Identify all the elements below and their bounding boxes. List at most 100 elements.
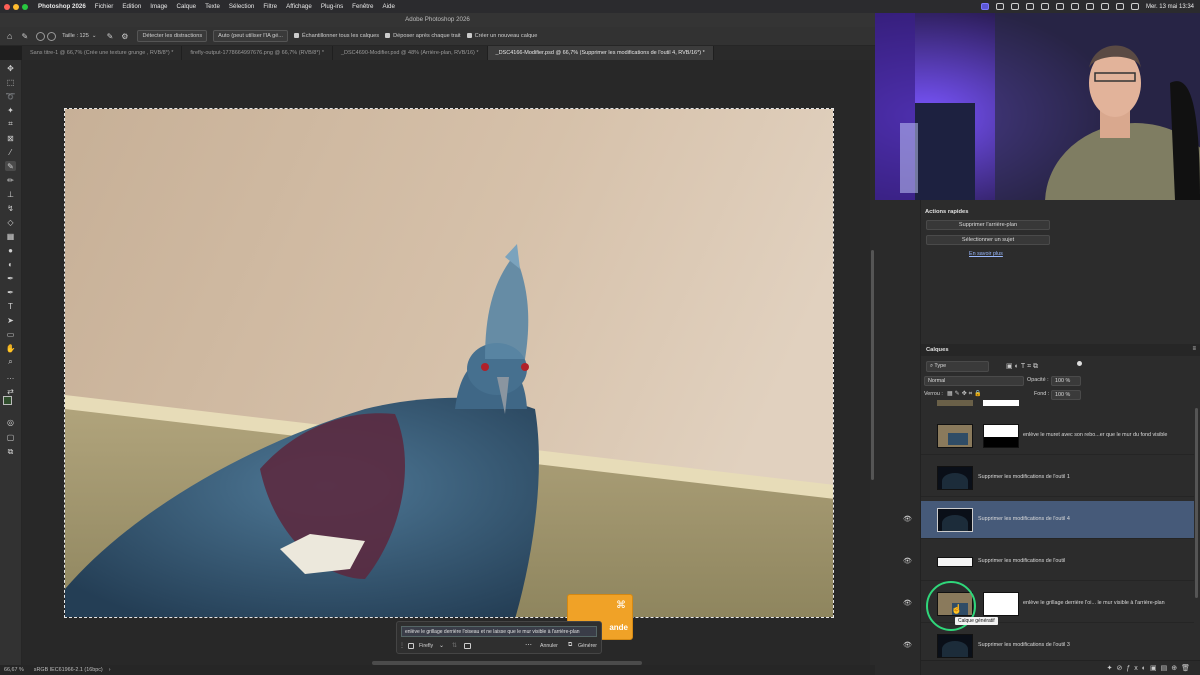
eraser-tool-icon[interactable]: ◇ — [5, 217, 16, 227]
lock-icons[interactable]: ▦✎✥⌗🔒 — [947, 390, 984, 398]
screen-mode-icon[interactable]: ▢ — [5, 432, 16, 442]
tab-dsc4690[interactable]: _DSC4690-Modifier.psd @ 48% (Arrière-pla… — [333, 46, 488, 60]
generate-button[interactable]: Générer — [578, 643, 597, 649]
menu-aide[interactable]: Aide — [383, 3, 395, 10]
remove-tool-icon[interactable]: ✎ — [21, 32, 28, 41]
edit-toolbar-icon[interactable]: ⧉ — [5, 447, 16, 457]
menubar-clock[interactable]: Mer. 13 mai 13:34 — [1146, 4, 1194, 10]
opacity-field[interactable]: 100 % — [1051, 376, 1081, 386]
swap-colors-icon[interactable]: ⇄ — [5, 386, 16, 396]
tab-dsc4166[interactable]: _DSC4166-Modifier.psd @ 66,7% (Supprimer… — [487, 46, 714, 60]
eye-icon[interactable]: 👁 — [903, 599, 912, 607]
battery-icon[interactable] — [1085, 3, 1094, 10]
fill-field[interactable]: 100 % — [1051, 390, 1081, 400]
brush-tool-icon[interactable]: ✏ — [5, 175, 16, 185]
tab-firefly-output[interactable]: firefly-output-1778664997676.png @ 66,7%… — [182, 46, 333, 60]
crop-tool-icon[interactable]: ⌗ — [5, 119, 16, 129]
thumbs-icon[interactable]: ⇅ — [452, 642, 457, 649]
foreground-color-swatch[interactable] — [3, 396, 12, 405]
menu-app[interactable]: Photoshop 2026 — [38, 3, 86, 10]
layer-filter-icons[interactable]: ▣◐T⌗⧉ — [1006, 362, 1040, 371]
home-icon[interactable]: ⌂ — [7, 31, 12, 41]
rectangle-tool-icon[interactable]: ▭ — [5, 329, 16, 339]
eyedropper-tool-icon[interactable]: ⁄ — [5, 147, 16, 157]
path-select-tool-icon[interactable]: ➤ — [5, 315, 16, 325]
chevron-down-icon[interactable]: ⌄ — [92, 33, 97, 39]
brush-mode-add-icon[interactable] — [36, 31, 46, 41]
zoom-level[interactable]: 66,67 % — [4, 667, 24, 673]
layer-row[interactable]: enlève le muret avec son rebo...er que l… — [921, 417, 1194, 455]
close-window-button[interactable] — [4, 3, 10, 10]
layers-panel-title[interactable]: Calques — [926, 347, 949, 353]
menu-fenetre[interactable]: Fenêtre — [352, 3, 373, 10]
screen-record-icon[interactable] — [980, 3, 989, 10]
pen-tool-icon[interactable]: ✒ — [5, 273, 16, 283]
gear-icon[interactable]: ⚙ — [121, 32, 128, 41]
status-icon-3[interactable] — [1025, 3, 1034, 10]
status-icon-2[interactable] — [1010, 3, 1019, 10]
menu-edition[interactable]: Edition — [122, 3, 141, 10]
status-icon-1[interactable] — [995, 3, 1004, 10]
eye-icon[interactable]: 👁 — [903, 515, 912, 523]
menu-plugins[interactable]: Plug-ins — [321, 3, 343, 10]
layer-filter-dropdown[interactable]: ⌕ Type — [926, 361, 989, 372]
frame-tool-icon[interactable]: ⊠ — [5, 133, 16, 143]
move-tool-icon[interactable]: ✥ — [5, 63, 16, 73]
dodge-tool-icon[interactable]: ◐ — [5, 259, 16, 269]
control-center-icon[interactable] — [1130, 3, 1139, 10]
learn-more-link[interactable]: En savoir plus — [969, 251, 1003, 257]
menu-selection[interactable]: Sélection — [229, 3, 254, 10]
hand-tool-icon[interactable]: ✋ — [5, 343, 16, 353]
lasso-tool-icon[interactable]: ➰ — [5, 91, 16, 101]
generative-prompt-input[interactable]: enlève le grillage derrière l'oiseau et … — [401, 626, 597, 637]
pressure-icon[interactable]: ✎ — [107, 32, 114, 41]
drag-handle-icon[interactable]: ⋮ — [399, 642, 405, 649]
blur-tool-icon[interactable]: ● — [5, 245, 16, 255]
wifi-icon[interactable] — [1100, 3, 1109, 10]
menu-fichier[interactable]: Fichier — [95, 3, 114, 10]
history-brush-icon[interactable]: ↯ — [5, 203, 16, 213]
stamp-tool-icon[interactable]: ⊥ — [5, 189, 16, 199]
search-icon[interactable] — [1115, 3, 1124, 10]
sample-all-layers-checkbox[interactable]: Échantillonner tous les calques — [293, 33, 379, 39]
brush-size-label[interactable]: Taille : 125 — [62, 33, 89, 39]
quick-select-tool-icon[interactable]: ✦ — [5, 105, 16, 115]
select-subject-button[interactable]: Sélectionner un sujet — [926, 235, 1050, 245]
blend-mode-dropdown[interactable]: Normal — [924, 376, 1024, 386]
remove-background-button[interactable]: Supprimer l'arrière-plan — [926, 220, 1050, 230]
layer-row[interactable]: Supprimer les modifications de l'outil 1 — [921, 459, 1194, 497]
eye-icon[interactable]: 👁 — [903, 641, 912, 649]
filter-toggle-icon[interactable] — [1077, 361, 1082, 366]
status-icon-6[interactable] — [1070, 3, 1079, 10]
more-tools-icon[interactable]: … — [5, 371, 16, 381]
brush-mode-subtract-icon[interactable] — [47, 31, 57, 41]
image-reference-icon[interactable] — [464, 643, 471, 649]
panel-menu-icon[interactable]: ≡ — [1192, 346, 1196, 352]
detect-distractions-button[interactable]: Détecter les distractions — [137, 30, 208, 42]
document-canvas[interactable] — [64, 108, 834, 618]
quick-mask-icon[interactable]: ◎ — [5, 417, 16, 427]
pen-tool-alt-icon[interactable]: ✒ — [5, 287, 16, 297]
eye-icon[interactable]: 👁 — [903, 557, 912, 565]
status-icon-5[interactable] — [1055, 3, 1064, 10]
gradient-tool-icon[interactable]: ▦ — [5, 231, 16, 241]
menu-filtre[interactable]: Filtre — [263, 3, 277, 10]
zoom-tool-icon[interactable]: ⌕ — [5, 357, 16, 367]
type-tool-icon[interactable]: T — [5, 301, 16, 311]
zoom-window-button[interactable] — [22, 3, 28, 10]
chevron-right-icon[interactable]: › — [109, 667, 111, 673]
layer-row[interactable]: 👁 Supprimer les modifications de l'outil… — [903, 501, 1194, 539]
more-options-icon[interactable]: ⋯ — [525, 641, 532, 649]
menu-image[interactable]: Image — [150, 3, 167, 10]
layers-scrollbar[interactable] — [1195, 408, 1198, 598]
tab-sans-titre[interactable]: Sans titre-1 @ 66,7% (Crée une texture g… — [22, 46, 183, 60]
minimize-window-button[interactable] — [13, 3, 19, 10]
model-dropdown[interactable]: Firefly — [419, 643, 433, 649]
menu-affichage[interactable]: Affichage — [286, 3, 312, 10]
status-icon-4[interactable] — [1040, 3, 1049, 10]
menu-calque[interactable]: Calque — [177, 3, 197, 10]
layer-row[interactable]: 👁 Supprimer les modifications de l'outil — [903, 543, 1194, 581]
menu-texte[interactable]: Texte — [205, 3, 220, 10]
marquee-tool-icon[interactable]: ⬚ — [5, 77, 16, 87]
new-layer-checkbox[interactable]: Créer un nouveau calque — [466, 33, 537, 39]
